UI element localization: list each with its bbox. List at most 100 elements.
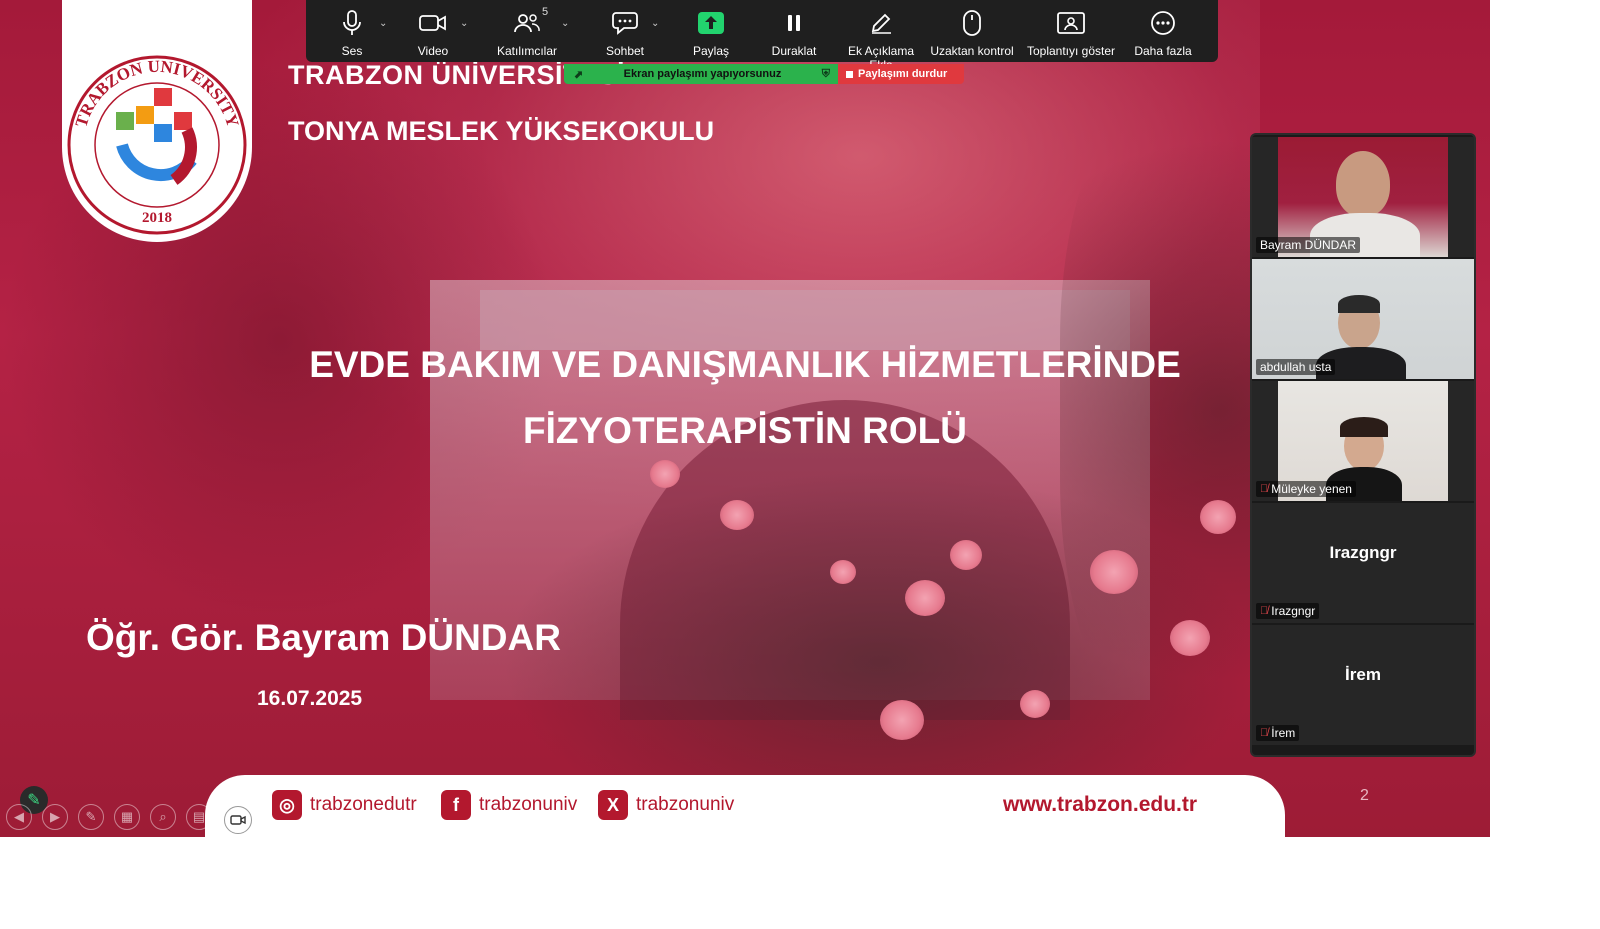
participants-label: Katılımcılar [496,44,557,58]
website-url: www.trabzon.edu.tr [1003,793,1198,816]
share-status-icon: ⬈ [574,68,584,81]
pause-icon [788,15,800,31]
facebook-icon: f [441,790,471,820]
audio-label: Ses [341,44,363,58]
microphone-icon [343,10,361,35]
rose-flower [1090,550,1138,594]
participants-button[interactable]: Katılımcılar [482,8,572,58]
instagram-link: ◎ trabzonedutr [272,790,417,820]
annotate-pen-icon [871,13,891,34]
participant-name-tag: 🎙̸ Müleyke yenen [1256,481,1356,497]
participant-name: abdullah usta [1260,360,1332,374]
instagram-icon: ◎ [272,790,302,820]
audio-options-chevron-icon[interactable]: ⌄ [379,18,387,29]
instagram-handle: trabzonedutr [310,794,417,815]
participant-tile[interactable]: 🎙̸ Müleyke yenen [1252,381,1474,501]
rose-flower [720,500,754,530]
video-camera-icon [419,15,446,31]
participant-name-tag: abdullah usta [1256,359,1336,375]
previous-slide-icon[interactable]: ◀ [6,804,32,830]
rose-flower [1170,620,1210,656]
participant-tile[interactable]: İrem 🎙̸ İrem [1252,625,1474,745]
rose-flower [880,700,924,740]
remote-control-label: Uzaktan kontrol [930,44,1014,58]
pause-share-button[interactable]: Duraklat [749,8,839,58]
stop-icon [846,70,853,78]
muted-microphone-icon: 🎙̸ [1260,605,1269,617]
participant-tile[interactable]: Bayram DÜNDAR [1252,137,1474,257]
stop-share-button[interactable]: Paylaşımı durdur [838,64,964,84]
participants-options-chevron-icon[interactable]: ⌄ [561,18,569,29]
video-options-chevron-icon[interactable]: ⌄ [460,18,468,29]
participants-video-panel: Bayram DÜNDAR abdullah usta 🎙̸ Müleyke y… [1250,133,1476,757]
x-link: X trabzonuniv [598,790,734,820]
rose-flower [1020,690,1050,718]
show-meeting-icon [1057,12,1085,34]
x-icon: X [598,790,628,820]
school-title: TONYA MESLEK YÜKSEKOKULU [288,116,715,146]
presentation-tools: ◀ ▶ ✎ ▦ ⌕ ▤ [6,804,212,830]
zoom-icon[interactable]: ⌕ [150,804,176,830]
share-banner-text: Ekran paylaşımı yapıyorsunuz [623,68,782,80]
share-button[interactable]: Paylaş [666,8,756,58]
facebook-handle: trabzonuniv [479,794,578,815]
share-label: Paylaş [692,44,730,58]
participant-count-badge: 5 [542,6,549,18]
participant-name: İrem [1271,726,1296,740]
slide-page-number: 2 [1360,787,1369,804]
show-meeting-button[interactable]: Toplantıyı göster [1026,8,1116,58]
more-button[interactable]: Daha fazla [1118,8,1208,58]
chat-icon [612,12,638,35]
slides-grid-icon[interactable]: ▦ [114,804,140,830]
participant-name-tag: 🎙̸ İrem [1256,725,1300,741]
meeting-toolbar: Ses ⌄ Video ⌄ Katılımcılar 5 ⌄ Sohbet ⌄ … [306,0,1218,72]
presenter-name: Öğr. Gör. Bayram DÜNDAR [86,617,561,658]
university-seal-icon: TRABZON UNIVERSITY2018 [67,55,247,235]
chat-label: Sohbet [605,44,645,58]
participant-tile-active-speaker[interactable]: abdullah usta [1252,259,1474,379]
next-slide-icon[interactable]: ▶ [42,804,68,830]
participant-name-tag: Bayram DÜNDAR [1256,237,1361,253]
participant-name: Bayram DÜNDAR [1260,238,1357,252]
university-logo: TRABZON UNIVERSITY 2018 [62,0,252,242]
participant-display-name: Irazgngr [1329,543,1397,562]
mouse-icon [963,10,981,36]
slide-background-building-roof [480,290,1130,350]
more-label: Daha fazla [1134,44,1192,58]
x-handle: trabzonuniv [636,794,735,815]
show-meeting-label: Toplantıyı göster [1026,44,1116,58]
more-icon [1151,11,1175,35]
slide-background-bushes [500,470,1260,790]
chat-button[interactable]: Sohbet [580,8,670,58]
rose-flower [950,540,982,570]
participant-name: Müleyke yenen [1271,482,1352,496]
rose-flower [1200,500,1236,534]
participant-name: Irazgngr [1271,604,1316,618]
participant-tile[interactable]: Irazgngr 🎙̸ Irazgngr [1252,503,1474,623]
muted-microphone-icon: 🎙̸ [1260,727,1269,739]
subtitles-icon[interactable]: ▤ [186,804,212,830]
video-label: Video [417,44,449,58]
logo-year: 2018 [142,210,172,226]
rose-flower [830,560,856,584]
camera-toggle-icon[interactable] [224,806,252,834]
stop-share-label: Paylaşımı durdur [858,68,948,80]
annotate-button[interactable]: Ek Açıklama Ekle [836,8,926,72]
remote-control-button[interactable]: Uzaktan kontrol [927,8,1017,58]
participant-display-name: İrem [1345,665,1381,684]
rose-flower [650,460,680,488]
audio-button[interactable]: Ses [307,8,397,58]
shield-icon: ⛨ [821,67,830,80]
muted-microphone-icon: 🎙̸ [1260,483,1269,495]
slide-title-line2: FİZYOTERAPİSTİN ROLÜ [523,410,967,451]
facebook-link: f trabzonuniv [441,790,577,820]
slide-date: 16.07.2025 [257,687,363,710]
video-button[interactable]: Video [388,8,478,58]
screen-share-banner: ⬈ Ekran paylaşımı yapıyorsunuz ⛨ [564,64,838,84]
share-screen-icon [698,12,724,34]
pen-icon[interactable]: ✎ [78,804,104,830]
chat-options-chevron-icon[interactable]: ⌄ [651,18,659,29]
participant-name-tag: 🎙̸ Irazgngr [1256,603,1320,619]
rose-flower [905,580,945,616]
participants-icon [514,14,540,33]
